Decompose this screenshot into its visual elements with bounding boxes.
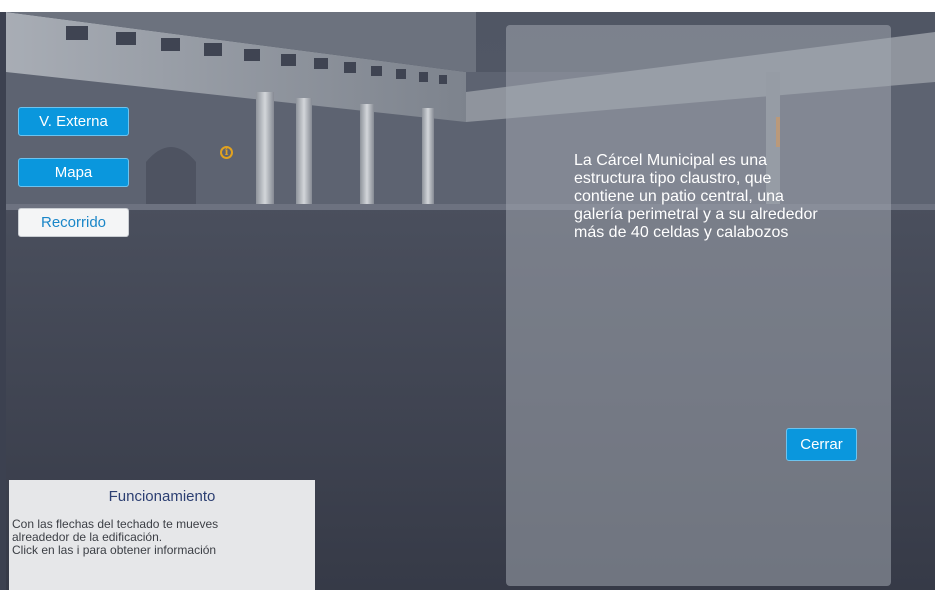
window-top-bar: [0, 0, 935, 12]
info-panel: La Cárcel Municipal es una estructura ti…: [506, 25, 891, 586]
help-instructions: Con las flechas del techado te mueves al…: [12, 518, 312, 557]
close-button[interactable]: Cerrar: [786, 428, 857, 461]
info-marker-icon[interactable]: i: [220, 146, 233, 159]
help-panel: Funcionamiento Con las flechas del techa…: [9, 480, 315, 590]
info-description: La Cárcel Municipal es una estructura ti…: [574, 152, 818, 241]
help-line: Click en las i para obtener información: [12, 543, 217, 557]
help-title: Funcionamiento: [108, 488, 216, 505]
tour-button[interactable]: Recorrido: [18, 208, 129, 237]
map-button[interactable]: Mapa: [18, 158, 129, 187]
external-view-button[interactable]: V. Externa: [18, 107, 129, 136]
